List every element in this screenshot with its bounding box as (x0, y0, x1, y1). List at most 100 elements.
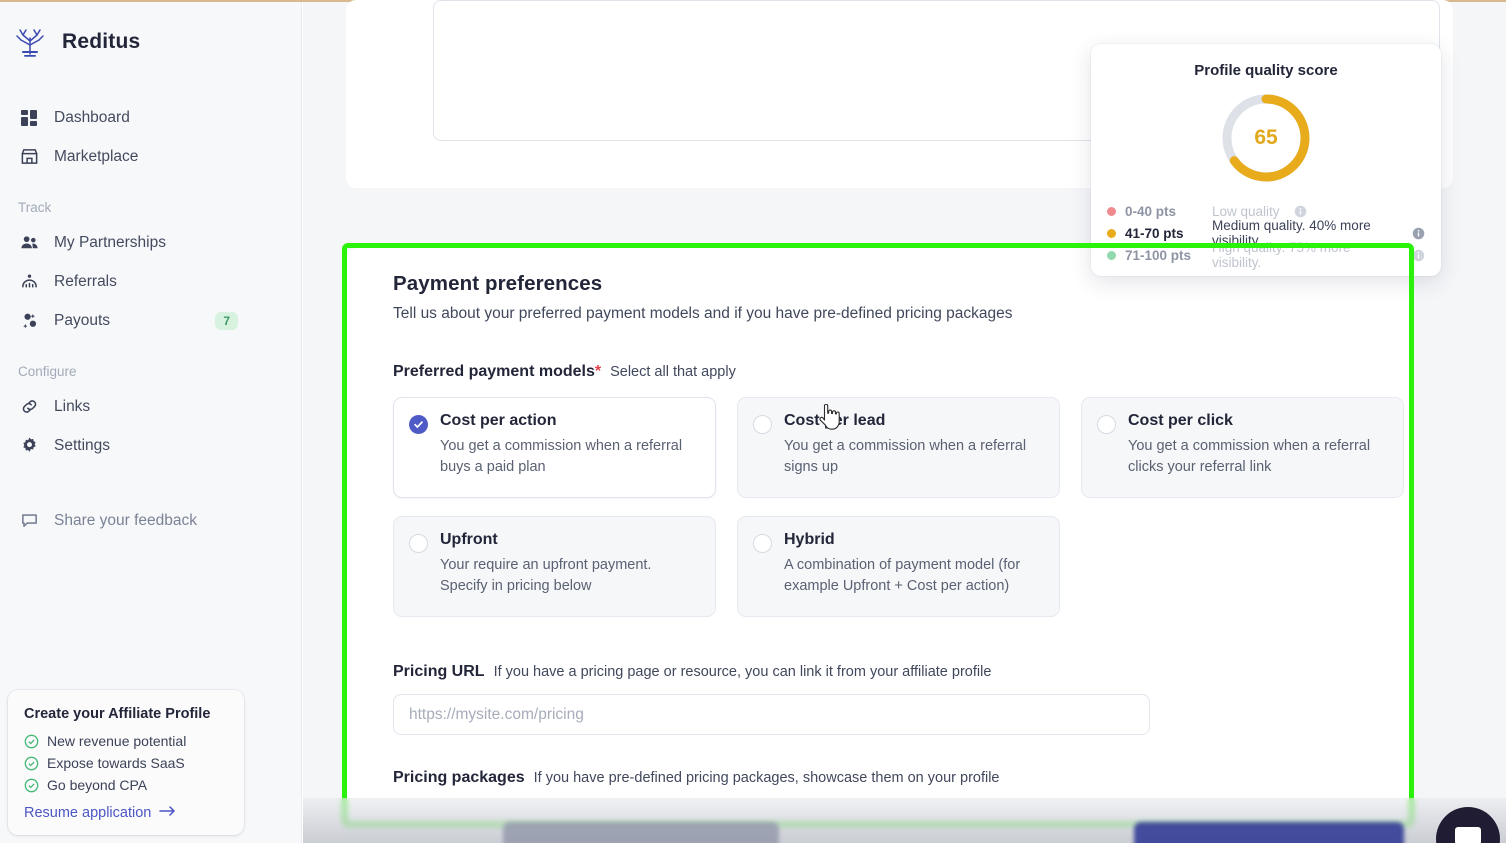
resume-application-link[interactable]: Resume application (24, 805, 228, 821)
option-description: You get a commission when a referral sig… (784, 436, 1043, 478)
page-subtitle: Tell us about your preferred payment mod… (393, 305, 1363, 323)
list-item: Go beyond CPA (24, 777, 228, 793)
payment-preferences-card: Payment preferences Tell us about your p… (347, 248, 1409, 822)
profile-quality-panel: Profile quality score 65 0-40 pts Low qu… (1091, 44, 1441, 276)
pricing-url-label-row: Pricing URL If you have a pricing page o… (393, 663, 1363, 681)
option-description: A combination of payment model (for exam… (784, 555, 1043, 597)
legend-dot-icon (1107, 229, 1116, 238)
sidebar-item-label: Settings (54, 437, 110, 455)
payment-option-upfront[interactable]: Upfront Your require an upfront payment.… (393, 516, 716, 617)
pricing-packages-label: Pricing packages (393, 769, 525, 787)
pricing-url-hint: If you have a pricing page or resource, … (494, 664, 992, 680)
sidebar-item-label: Payouts (54, 312, 110, 330)
sidebar-item-label: Marketplace (54, 148, 138, 166)
sidebar-item-label: Links (54, 398, 90, 416)
legend-range: 71-100 pts (1125, 248, 1203, 263)
profile-quality-score: 65 (1218, 90, 1314, 186)
profile-quality-gauge: 65 (1218, 90, 1314, 186)
sidebar-item-label: Referrals (54, 273, 117, 291)
sidebar-group-configure: Configure (0, 364, 302, 379)
chat-bubble-icon (1455, 827, 1481, 843)
info-icon[interactable] (1412, 227, 1425, 240)
radio-unchecked-icon[interactable] (1097, 415, 1116, 434)
check-circle-icon (24, 778, 39, 793)
sidebar-group-track: Track (0, 200, 302, 215)
info-icon[interactable] (1294, 205, 1307, 218)
sidebar-item-my-partnerships[interactable]: My Partnerships (0, 223, 302, 262)
payouts-icon (18, 310, 40, 332)
legend-description: Low quality (1212, 204, 1280, 219)
check-circle-icon (24, 734, 39, 749)
benefit-label: Expose towards SaaS (47, 755, 185, 771)
pricing-url-label: Pricing URL (393, 663, 485, 681)
sidebar: Reditus Dashboard (0, 2, 302, 843)
radio-unchecked-icon[interactable] (753, 415, 772, 434)
preferred-payment-models-hint: Select all that apply (610, 364, 736, 380)
arrow-right-icon (159, 805, 176, 821)
sidebar-item-label: Dashboard (54, 109, 130, 127)
affiliate-card-title: Create your Affiliate Profile (24, 706, 228, 722)
pricing-url-input[interactable] (393, 694, 1150, 735)
profile-quality-title: Profile quality score (1091, 44, 1441, 79)
list-item: New revenue potential (24, 733, 228, 749)
option-name: Cost per action (440, 412, 556, 429)
sidebar-item-label: Share your feedback (54, 512, 197, 530)
option-description: Your require an upfront payment. Specify… (440, 555, 699, 597)
sidebar-item-referrals[interactable]: Referrals (0, 262, 302, 301)
sidebar-item-share-feedback[interactable]: Share your feedback (0, 501, 302, 540)
footer-action-bar (303, 798, 1506, 843)
payment-option-cost-per-lead[interactable]: Cost per lead You get a commission when … (737, 397, 1060, 498)
sidebar-item-label: My Partnerships (54, 234, 166, 252)
brand-name: Reditus (62, 30, 140, 54)
sidebar-nav: Dashboard Marketplace Track (0, 98, 302, 540)
preferred-payment-models-label-row: Preferred payment models* Select all tha… (393, 363, 1363, 381)
app-root: Reditus Dashboard (0, 0, 1506, 843)
comment-icon (18, 510, 40, 532)
payment-option-cost-per-click[interactable]: Cost per click You get a commission when… (1081, 397, 1404, 498)
option-name: Cost per lead (784, 412, 885, 429)
option-description: You get a commission when a referral buy… (440, 436, 699, 478)
radio-unchecked-icon[interactable] (409, 534, 428, 553)
store-icon (18, 146, 40, 168)
resume-application-label: Resume application (24, 805, 151, 821)
radio-checked-icon[interactable] (409, 415, 428, 434)
option-name: Upfront (440, 531, 498, 548)
sidebar-item-dashboard[interactable]: Dashboard (0, 98, 302, 137)
back-button[interactable] (503, 822, 779, 843)
payment-model-options: Cost per action You get a commission whe… (393, 397, 1363, 617)
legend-range: 41-70 pts (1125, 226, 1203, 241)
sidebar-item-settings[interactable]: Settings (0, 426, 302, 465)
option-description: You get a commission when a referral cli… (1128, 436, 1387, 478)
profile-quality-legend: 0-40 pts Low quality 41-70 pts Medium qu… (1091, 186, 1441, 266)
pricing-packages-hint: If you have pre-defined pricing packages… (534, 770, 1000, 786)
list-item: Expose towards SaaS (24, 755, 228, 771)
legend-row-high: 71-100 pts High quality. 75% more visibi… (1107, 244, 1425, 266)
option-name: Cost per click (1128, 412, 1233, 429)
users-icon (18, 232, 40, 254)
sidebar-item-marketplace[interactable]: Marketplace (0, 137, 302, 176)
pricing-packages-label-row: Pricing packages If you have pre-defined… (393, 769, 1363, 787)
payouts-badge: 7 (215, 312, 238, 330)
continue-button[interactable] (1134, 822, 1404, 843)
tree-logo-icon (12, 24, 48, 60)
benefit-label: Go beyond CPA (47, 777, 147, 793)
legend-dot-icon (1107, 251, 1116, 260)
affiliate-profile-card: Create your Affiliate Profile New revenu… (8, 690, 244, 835)
referrals-icon (18, 271, 40, 293)
dashboard-icon (18, 107, 40, 129)
sidebar-item-links[interactable]: Links (0, 387, 302, 426)
option-name: Hybrid (784, 531, 835, 548)
legend-range: 0-40 pts (1125, 204, 1203, 219)
legend-dot-icon (1107, 207, 1116, 216)
payment-option-cost-per-action[interactable]: Cost per action You get a commission whe… (393, 397, 716, 498)
benefit-label: New revenue potential (47, 733, 186, 749)
brand[interactable]: Reditus (12, 24, 140, 60)
check-circle-icon (24, 756, 39, 771)
legend-description: High quality. 75% more visibility. (1212, 240, 1398, 270)
preferred-payment-models-label: Preferred payment models* (393, 363, 601, 381)
gear-icon (18, 435, 40, 457)
payment-option-hybrid[interactable]: Hybrid A combination of payment model (f… (737, 516, 1060, 617)
sidebar-item-payouts[interactable]: Payouts 7 (0, 301, 302, 340)
info-icon[interactable] (1412, 249, 1425, 262)
radio-unchecked-icon[interactable] (753, 534, 772, 553)
